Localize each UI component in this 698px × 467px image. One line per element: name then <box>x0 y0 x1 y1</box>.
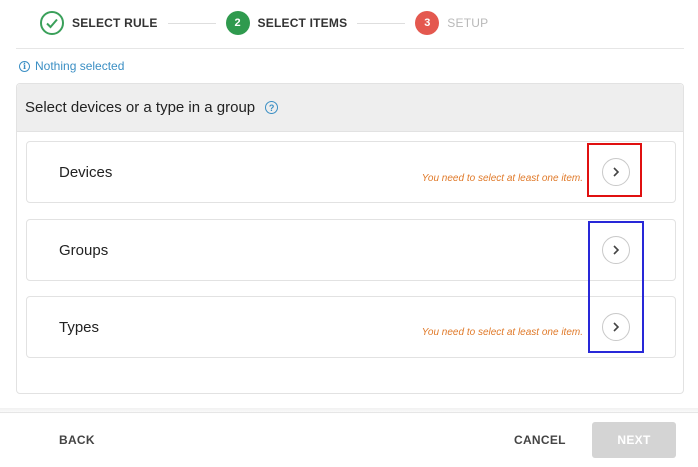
next-button[interactable]: NEXT <box>592 422 676 458</box>
back-button[interactable]: BACK <box>59 433 95 447</box>
list-item-types[interactable]: Types You need to select at least one it… <box>26 296 676 358</box>
panel-title: Select devices or a type in a group <box>25 99 256 116</box>
step-select-rule[interactable]: SELECT RULE <box>40 11 158 35</box>
step-label: SETUP <box>447 16 489 30</box>
cancel-button[interactable]: CANCEL <box>514 433 566 447</box>
validation-warning: You need to select at least one item. <box>421 327 583 338</box>
divider <box>16 48 684 49</box>
selection-panel: Select devices or a type in a group ? De… <box>16 83 684 394</box>
selection-status: i Nothing selected <box>19 59 124 73</box>
step-connector <box>167 22 216 24</box>
step-label: SELECT RULE <box>72 16 158 30</box>
step-number: 3 <box>415 11 440 35</box>
help-icon[interactable]: ? <box>265 101 279 114</box>
step-select-items[interactable]: 2 SELECT ITEMS <box>225 11 348 35</box>
step-setup[interactable]: 3 SETUP <box>415 11 488 35</box>
footer-shadow <box>0 408 698 414</box>
wizard-stepper: SELECT RULE 2 SELECT ITEMS 3 SETUP <box>40 10 488 36</box>
info-icon: i <box>19 60 30 72</box>
step-label: SELECT ITEMS <box>257 16 348 30</box>
validation-warning: You need to select at least one item. <box>421 173 583 184</box>
list-item-devices[interactable]: Devices You need to select at least one … <box>26 141 676 203</box>
list-item-groups[interactable]: Groups <box>26 219 676 281</box>
step-connector <box>357 22 406 24</box>
selection-status-text: Nothing selected <box>35 59 125 73</box>
panel-header: Select devices or a type in a group ? <box>17 84 683 132</box>
footer-divider <box>0 412 698 413</box>
row-label: Types <box>59 319 100 336</box>
annotation-box-red <box>587 143 642 197</box>
row-label: Devices <box>59 164 113 181</box>
annotation-box-blue <box>588 221 644 353</box>
step-number: 2 <box>225 11 250 35</box>
row-label: Groups <box>59 242 109 259</box>
checkmark-icon <box>40 11 64 35</box>
